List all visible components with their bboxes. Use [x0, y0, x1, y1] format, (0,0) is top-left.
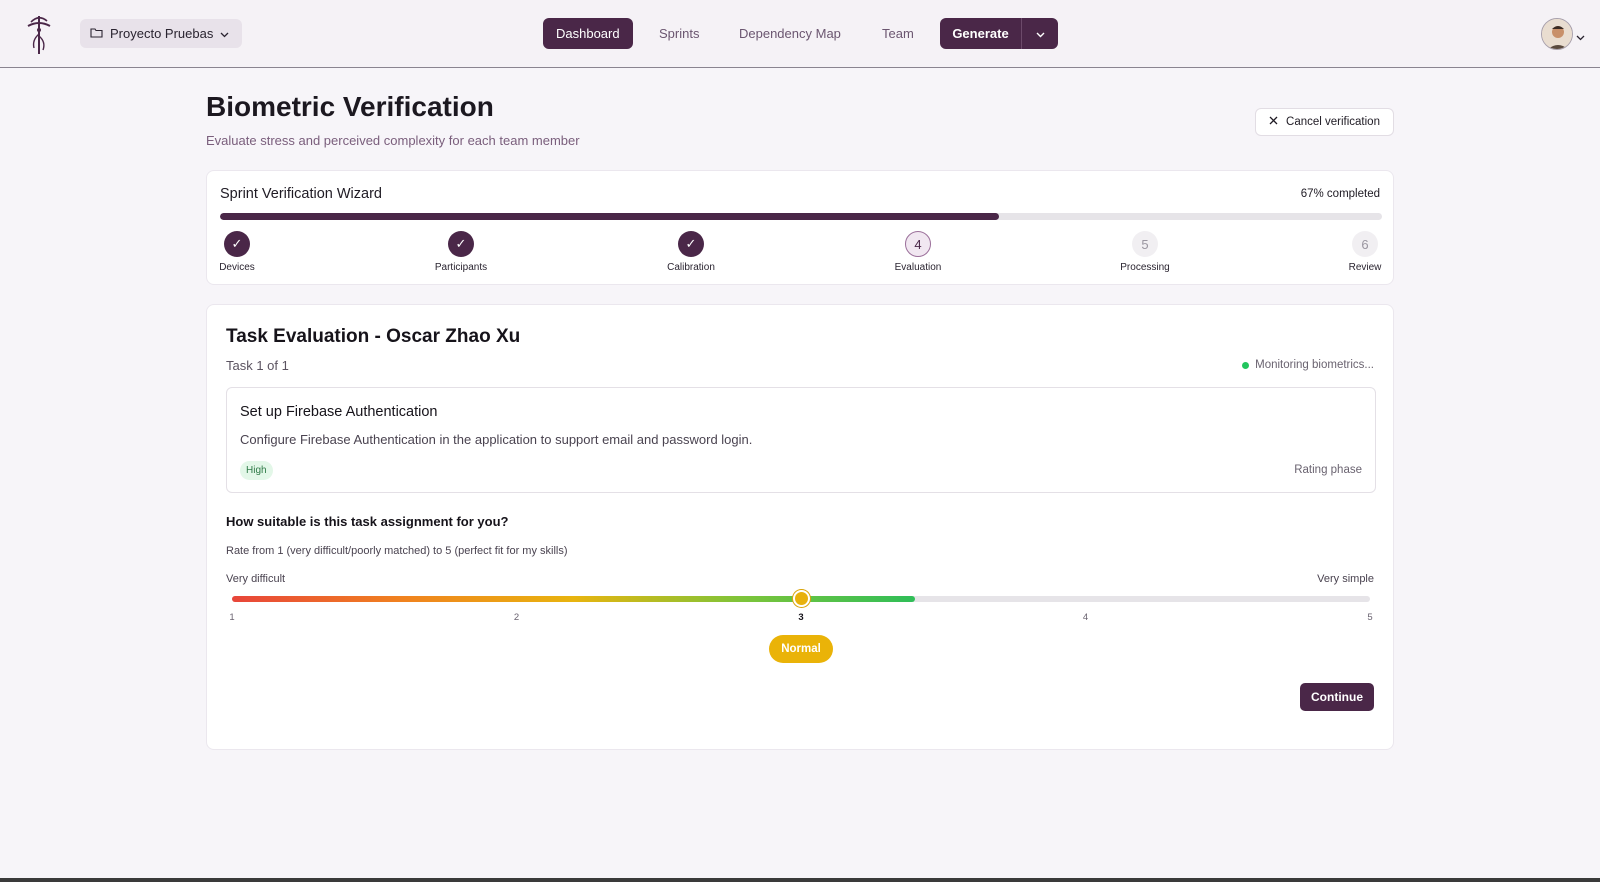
step-indicator: 5	[1132, 231, 1158, 257]
page-subtitle: Evaluate stress and perceived complexity…	[206, 133, 580, 148]
priority-badge: High	[240, 461, 273, 480]
task-description: Configure Firebase Authentication in the…	[240, 432, 753, 447]
step-label: Review	[1348, 262, 1382, 273]
rating-hint: Rate from 1 (very difficult/poorly match…	[226, 545, 568, 557]
app-logo-icon[interactable]	[22, 12, 56, 56]
monitoring-status: Monitoring biometrics...	[1242, 359, 1374, 371]
scale-min-label: Very difficult	[226, 573, 286, 585]
step-processing[interactable]: 5 Processing	[1100, 231, 1190, 273]
step-label: Evaluation	[894, 262, 942, 273]
task-counter: Task 1 of 1	[226, 358, 289, 373]
task-evaluation-card: Task Evaluation - Oscar Zhao Xu Task 1 o…	[206, 304, 1394, 750]
user-avatar[interactable]	[1541, 18, 1573, 50]
wizard-progress-bar	[220, 213, 1382, 220]
step-indicator: 4	[905, 231, 931, 257]
continue-button[interactable]: Continue	[1300, 683, 1374, 711]
step-label: Calibration	[667, 262, 715, 273]
nav-team[interactable]: Team	[882, 18, 914, 49]
avatar-chevron-down-icon[interactable]	[1576, 28, 1585, 46]
slider-fill	[232, 596, 915, 602]
cancel-label: Cancel verification	[1286, 116, 1380, 128]
monitoring-text: Monitoring biometrics...	[1255, 359, 1374, 371]
chevron-down-icon	[220, 26, 229, 41]
slider-tick: 1	[229, 612, 235, 623]
project-selector[interactable]: Proyecto Pruebas	[80, 19, 242, 48]
selected-value-badge: Normal	[769, 635, 833, 663]
step-indicator: 6	[1352, 231, 1378, 257]
project-name: Proyecto Pruebas	[110, 26, 214, 41]
wizard-progress-fill	[220, 213, 999, 220]
step-indicator: ✓	[224, 231, 250, 257]
status-dot-icon	[1242, 361, 1250, 369]
phase-label: Rating phase	[1294, 464, 1362, 476]
rating-question: How suitable is this task assignment for…	[226, 514, 509, 529]
step-label: Devices	[219, 262, 255, 273]
slider-tick: 2	[513, 612, 520, 623]
wizard-progress-text: 67% completed	[1300, 188, 1380, 200]
step-review[interactable]: 6 Review	[1320, 231, 1410, 273]
step-indicator: ✓	[678, 231, 704, 257]
slider-tick: 3	[798, 612, 804, 623]
slider-thumb[interactable]	[793, 590, 810, 607]
page-title: Biometric Verification	[206, 91, 494, 122]
evaluation-heading: Task Evaluation - Oscar Zhao Xu	[226, 326, 521, 347]
close-icon	[1269, 116, 1278, 128]
generate-button[interactable]: Generate	[940, 18, 1022, 49]
nav-sprints[interactable]: Sprints	[659, 18, 699, 49]
step-indicator: ✓	[448, 231, 474, 257]
task-name: Set up Firebase Authentication	[240, 404, 438, 420]
step-label: Processing	[1120, 262, 1170, 273]
step-devices[interactable]: ✓ Devices	[192, 231, 282, 273]
chevron-down-icon	[1036, 25, 1045, 43]
nav-dependency-map[interactable]: Dependency Map	[739, 18, 841, 49]
nav-dashboard[interactable]: Dashboard	[543, 18, 633, 49]
verification-wizard: Sprint Verification Wizard 67% completed…	[206, 170, 1394, 285]
slider-tick: 4	[1082, 612, 1089, 623]
step-participants[interactable]: ✓ Participants	[416, 231, 506, 273]
folder-icon	[90, 26, 103, 41]
top-bar: Proyecto Pruebas Dashboard Sprints Depen…	[0, 0, 1600, 68]
step-evaluation[interactable]: 4 Evaluation	[873, 231, 963, 273]
suitability-slider[interactable]	[232, 590, 1370, 607]
generate-dropdown-button[interactable]	[1022, 18, 1058, 49]
window-bottom-edge	[0, 878, 1600, 882]
wizard-title: Sprint Verification Wizard	[220, 186, 382, 202]
slider-tick: 5	[1367, 612, 1373, 623]
generate-button-group: Generate	[940, 18, 1058, 49]
step-calibration[interactable]: ✓ Calibration	[646, 231, 736, 273]
cancel-verification-button[interactable]: Cancel verification	[1255, 108, 1394, 136]
task-details: Set up Firebase Authentication Configure…	[226, 387, 1376, 493]
scale-max-label: Very simple	[1317, 573, 1374, 585]
step-label: Participants	[434, 262, 488, 273]
